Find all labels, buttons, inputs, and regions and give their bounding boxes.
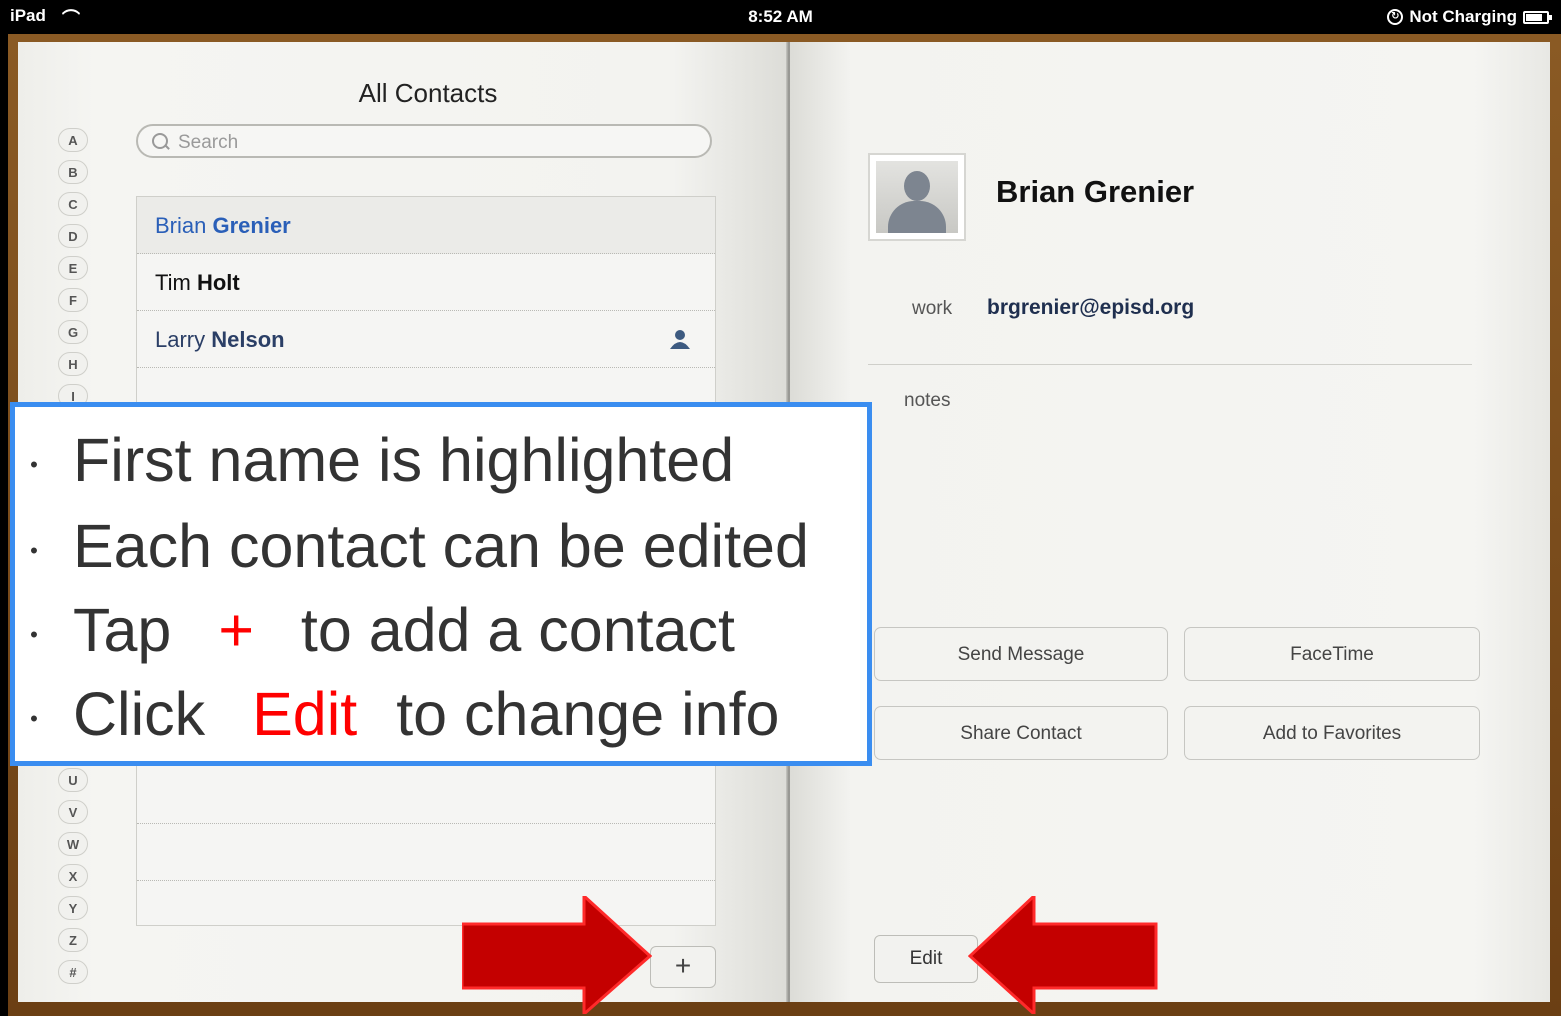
orientation-lock-icon: ↻: [1387, 9, 1404, 25]
avatar[interactable]: [868, 153, 966, 241]
status-bar: iPad ⌒ 8:52 AM ↻ Not Charging: [0, 0, 1561, 34]
callout-line: • Click Edit to change info: [15, 679, 779, 749]
index-letter[interactable]: U: [58, 768, 88, 792]
callout-line: • First name is highlighted: [15, 425, 734, 495]
callout-line: • Tap + to add a contact: [15, 595, 735, 665]
index-letter[interactable]: #: [58, 960, 88, 984]
battery-icon: [1523, 10, 1552, 24]
facetime-button[interactable]: FaceTime: [1184, 627, 1480, 681]
add-to-favorites-button[interactable]: Add to Favorites: [1184, 706, 1480, 760]
contact-last-name: Grenier: [212, 213, 291, 238]
empty-row: [137, 824, 715, 881]
search-placeholder: Search: [178, 132, 239, 153]
index-letter[interactable]: G: [58, 320, 88, 344]
index-letter[interactable]: E: [58, 256, 88, 280]
contact-name: Brian Grenier: [996, 174, 1195, 209]
index-letter[interactable]: W: [58, 832, 88, 856]
avatar-body: [888, 201, 946, 233]
index-letter[interactable]: X: [58, 864, 88, 888]
contact-first-name: Tim: [155, 270, 191, 295]
page-title: All Contacts: [358, 78, 498, 108]
person-icon: [670, 330, 690, 349]
arrow-right-icon: [462, 896, 652, 1014]
share-contact-button[interactable]: Share Contact: [874, 706, 1168, 760]
contact-last-name: Holt: [196, 270, 240, 295]
charging-label: Not Charging: [1409, 7, 1517, 26]
plus-highlight: +: [218, 596, 254, 664]
edit-highlight: Edit: [252, 680, 358, 748]
instruction-callout: • First name is highlighted • Each contact…: [10, 402, 872, 766]
index-letter[interactable]: Y: [58, 896, 88, 920]
arrow-left-icon: [968, 896, 1158, 1014]
divider: [868, 364, 1472, 365]
bullet-icon: •: [30, 451, 38, 477]
email-value[interactable]: brgrenier@episd.org: [987, 296, 1194, 320]
send-message-button[interactable]: Send Message: [874, 627, 1168, 681]
index-letter[interactable]: H: [58, 352, 88, 376]
email-label: work: [912, 298, 953, 319]
notes-label: notes: [904, 390, 951, 411]
search-icon: [152, 133, 168, 149]
index-letter[interactable]: C: [58, 192, 88, 216]
index-letter[interactable]: A: [58, 128, 88, 152]
index-letter[interactable]: Z: [58, 928, 88, 952]
bullet-icon: •: [30, 621, 38, 647]
add-contact-button[interactable]: +: [650, 946, 716, 988]
contact-last-name: Nelson: [211, 327, 285, 352]
edit-button[interactable]: Edit: [874, 935, 978, 983]
index-letter[interactable]: D: [58, 224, 88, 248]
bullet-icon: •: [30, 537, 38, 563]
contact-row[interactable]: Tim Holt: [137, 254, 715, 311]
contact-first-name: Larry: [155, 327, 206, 352]
index-letter[interactable]: V: [58, 800, 88, 824]
search-input[interactable]: Search: [136, 124, 712, 158]
contact-row[interactable]: Larry Nelson: [137, 311, 715, 368]
index-letter[interactable]: B: [58, 160, 88, 184]
battery-status: ↻ Not Charging: [1387, 7, 1552, 27]
callout-line: • Each contact can be edited: [15, 511, 809, 581]
contact-row[interactable]: Brian Grenier: [137, 197, 715, 254]
empty-row: [137, 767, 715, 824]
index-letter[interactable]: F: [58, 288, 88, 312]
avatar-head: [904, 171, 930, 201]
contact-first-name: Brian: [155, 213, 207, 238]
clock: 8:52 AM: [748, 7, 813, 26]
bullet-icon: •: [30, 705, 38, 731]
